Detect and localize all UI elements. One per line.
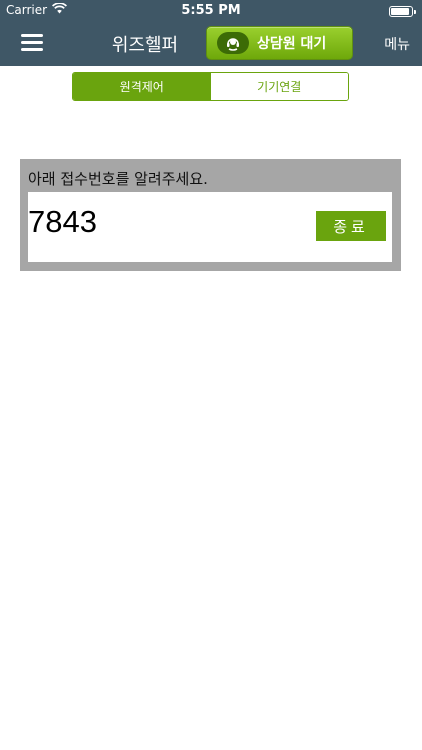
menu-button[interactable]: 메뉴 bbox=[384, 34, 410, 54]
receipt-panel: 아래 접수번호를 알려주세요. 7843 종료 bbox=[20, 159, 401, 271]
tab-remote-control[interactable]: 원격제어 bbox=[73, 73, 211, 100]
screen: Carrier 5:55 PM 위즈헬퍼 상담원 대기 메뉴 원격제어 기기연결… bbox=[0, 0, 422, 750]
segmented-tabs: 원격제어 기기연결 bbox=[72, 72, 349, 101]
consult-wait-label: 상담원 대기 bbox=[257, 36, 327, 52]
status-time: 5:55 PM bbox=[181, 3, 241, 18]
app-title: 위즈헬퍼 bbox=[111, 35, 179, 56]
end-button[interactable]: 종료 bbox=[316, 211, 386, 241]
header: Carrier 5:55 PM 위즈헬퍼 상담원 대기 메뉴 bbox=[0, 0, 422, 66]
receipt-number: 7843 bbox=[28, 204, 97, 239]
headset-icon bbox=[217, 32, 249, 54]
tab-device-connect[interactable]: 기기연결 bbox=[210, 73, 348, 100]
receipt-box: 7843 종료 bbox=[28, 192, 392, 262]
consult-wait-button[interactable]: 상담원 대기 bbox=[206, 26, 353, 60]
hamburger-menu-icon[interactable] bbox=[21, 33, 43, 51]
receipt-prompt: 아래 접수번호를 알려주세요. bbox=[28, 170, 208, 188]
nav-bar: 위즈헬퍼 상담원 대기 메뉴 bbox=[0, 22, 422, 66]
status-bar: Carrier 5:55 PM bbox=[0, 0, 422, 22]
battery-icon bbox=[389, 6, 416, 17]
